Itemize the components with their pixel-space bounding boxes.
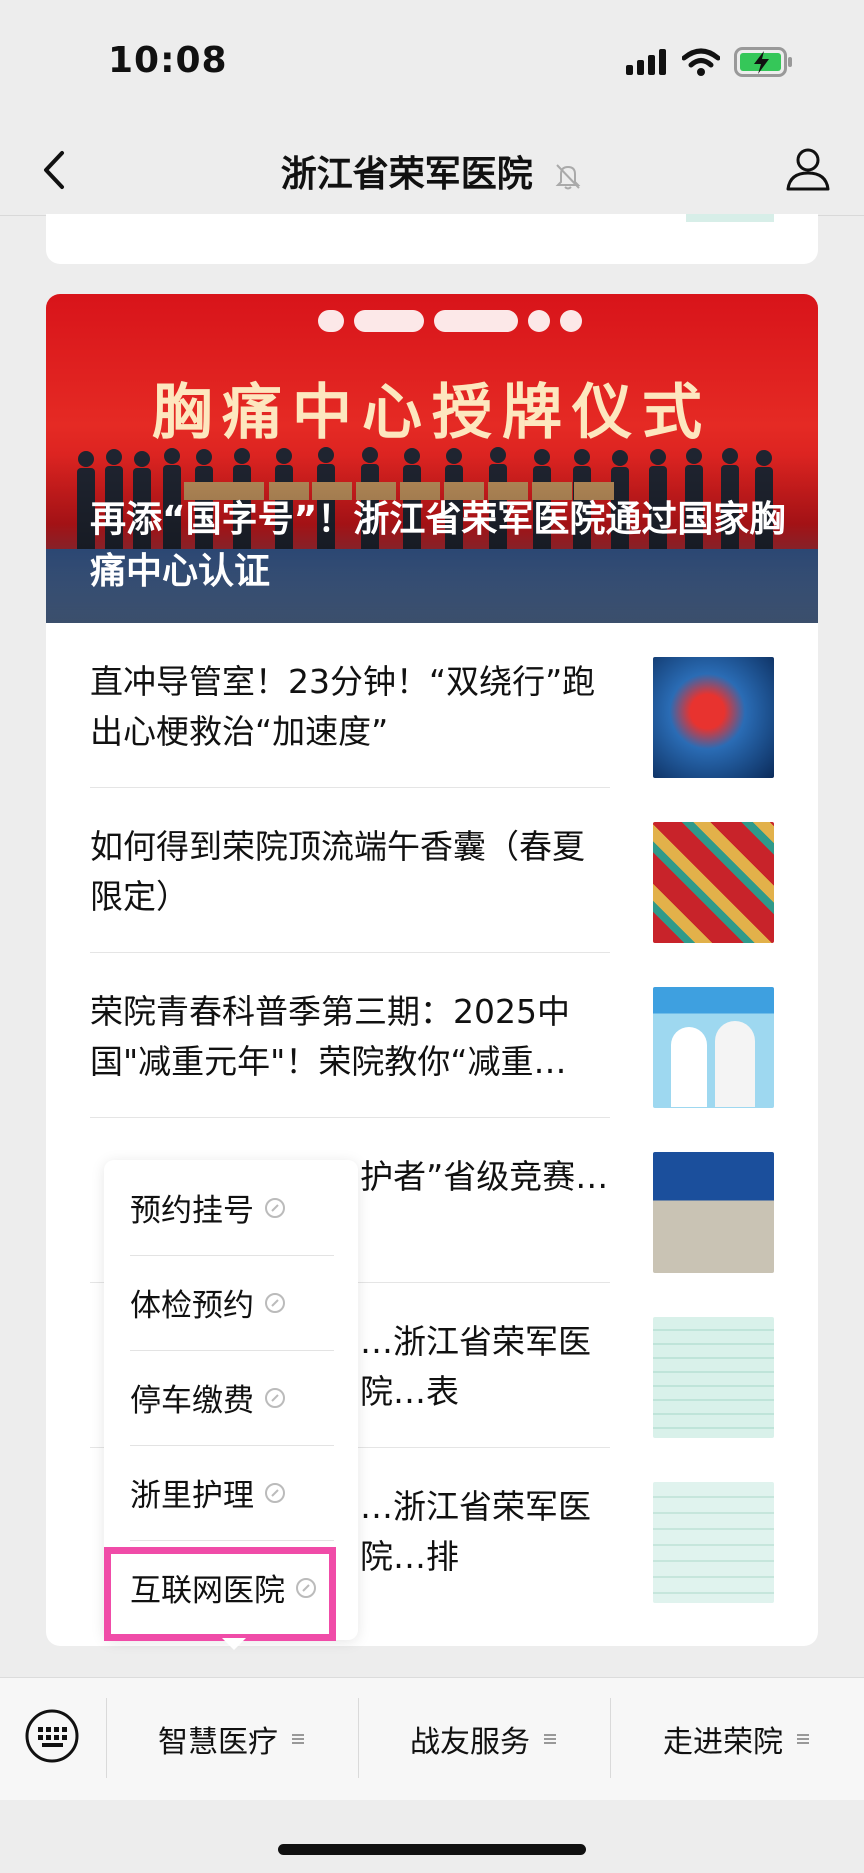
highlight-box [104, 1547, 336, 1641]
menu-item-nursing[interactable]: 浙里护理 [130, 1445, 334, 1541]
article-thumbnail [653, 1152, 774, 1273]
menu-item-checkup[interactable]: 体检预约 [130, 1255, 334, 1351]
link-icon [265, 1482, 285, 1503]
bottom-menu: 智慧医疗 战友服务 走进荣院 [0, 1677, 864, 1800]
popup-arrow [222, 1638, 246, 1650]
menu-item-label: 预约挂号 [130, 1193, 254, 1229]
menu-tab-label: 智慧医疗 [158, 1725, 278, 1760]
article-thumbnail [653, 822, 774, 943]
battery-charging-icon [734, 47, 792, 77]
menu-lines-icon [797, 1734, 809, 1744]
article-thumbnail [653, 1482, 774, 1603]
account-name: 浙江省荣军医院 [280, 154, 533, 195]
link-icon [265, 1197, 285, 1218]
article-thumbnail [653, 987, 774, 1108]
status-bar: 10:08 [0, 0, 864, 125]
menu-lines-icon [544, 1734, 556, 1744]
article-thumbnail [653, 1317, 774, 1438]
wifi-icon [682, 48, 720, 76]
list-item[interactable]: 荣院青春科普季第三期：2025中国"减重元年"！荣院教你“减重… [90, 953, 818, 1118]
profile-icon[interactable] [784, 145, 832, 193]
menu-item-parking[interactable]: 停车缴费 [130, 1350, 334, 1446]
hero-banner-text: 胸痛中心授牌仪式 [152, 378, 712, 448]
status-icons [626, 44, 794, 80]
mute-bell-icon [555, 164, 581, 190]
nav-bar: 浙江省荣军医院 [0, 125, 864, 216]
article-title: 直冲导管室！23分钟！“双绕行”跑出心梗救治“加速度” [90, 662, 596, 751]
previous-card-bottom [46, 214, 818, 264]
menu-item-label: 停车缴费 [130, 1383, 254, 1419]
menu-item-label: 浙里护理 [130, 1478, 254, 1514]
menu-tab-label: 走进荣院 [663, 1725, 783, 1760]
list-item[interactable]: 如何得到荣院顶流端午香囊（春夏限定） [90, 788, 818, 953]
article-title: 荣院青春科普季第三期：2025中国"减重元年"！荣院教你“减重… [90, 992, 570, 1081]
link-icon [265, 1292, 285, 1313]
menu-tab-about-hospital[interactable]: 走进荣院 [610, 1678, 864, 1800]
status-time: 10:08 [108, 40, 228, 81]
link-icon [265, 1387, 285, 1408]
menu-item-label: 体检预约 [130, 1288, 254, 1324]
home-indicator[interactable] [278, 1844, 586, 1855]
menu-tab-label: 战友服务 [410, 1725, 530, 1760]
page-title: 浙江省荣军医院 [0, 145, 864, 197]
menu-tab-smart-medical[interactable]: 智慧医疗 [106, 1678, 358, 1800]
hero-article[interactable]: 胸痛中心授牌仪式 再添“国字号”！浙江省荣军医院通过国家胸痛中心认证 [46, 294, 818, 623]
previous-thumbnail [686, 214, 774, 222]
article-thumbnail [653, 657, 774, 778]
keyboard-icon[interactable] [24, 1708, 80, 1764]
menu-lines-icon [292, 1734, 304, 1744]
menu-tab-veteran-services[interactable]: 战友服务 [358, 1678, 610, 1800]
list-item[interactable]: 直冲导管室！23分钟！“双绕行”跑出心梗救治“加速度” [90, 623, 818, 788]
menu-item-appointment[interactable]: 预约挂号 [130, 1160, 334, 1256]
signal-icon [626, 49, 666, 75]
hero-logos [318, 310, 582, 332]
hero-title: 再添“国字号”！浙江省荣军医院通过国家胸痛中心认证 [90, 499, 786, 592]
article-title: 如何得到荣院顶流端午香囊（春夏限定） [90, 827, 585, 916]
